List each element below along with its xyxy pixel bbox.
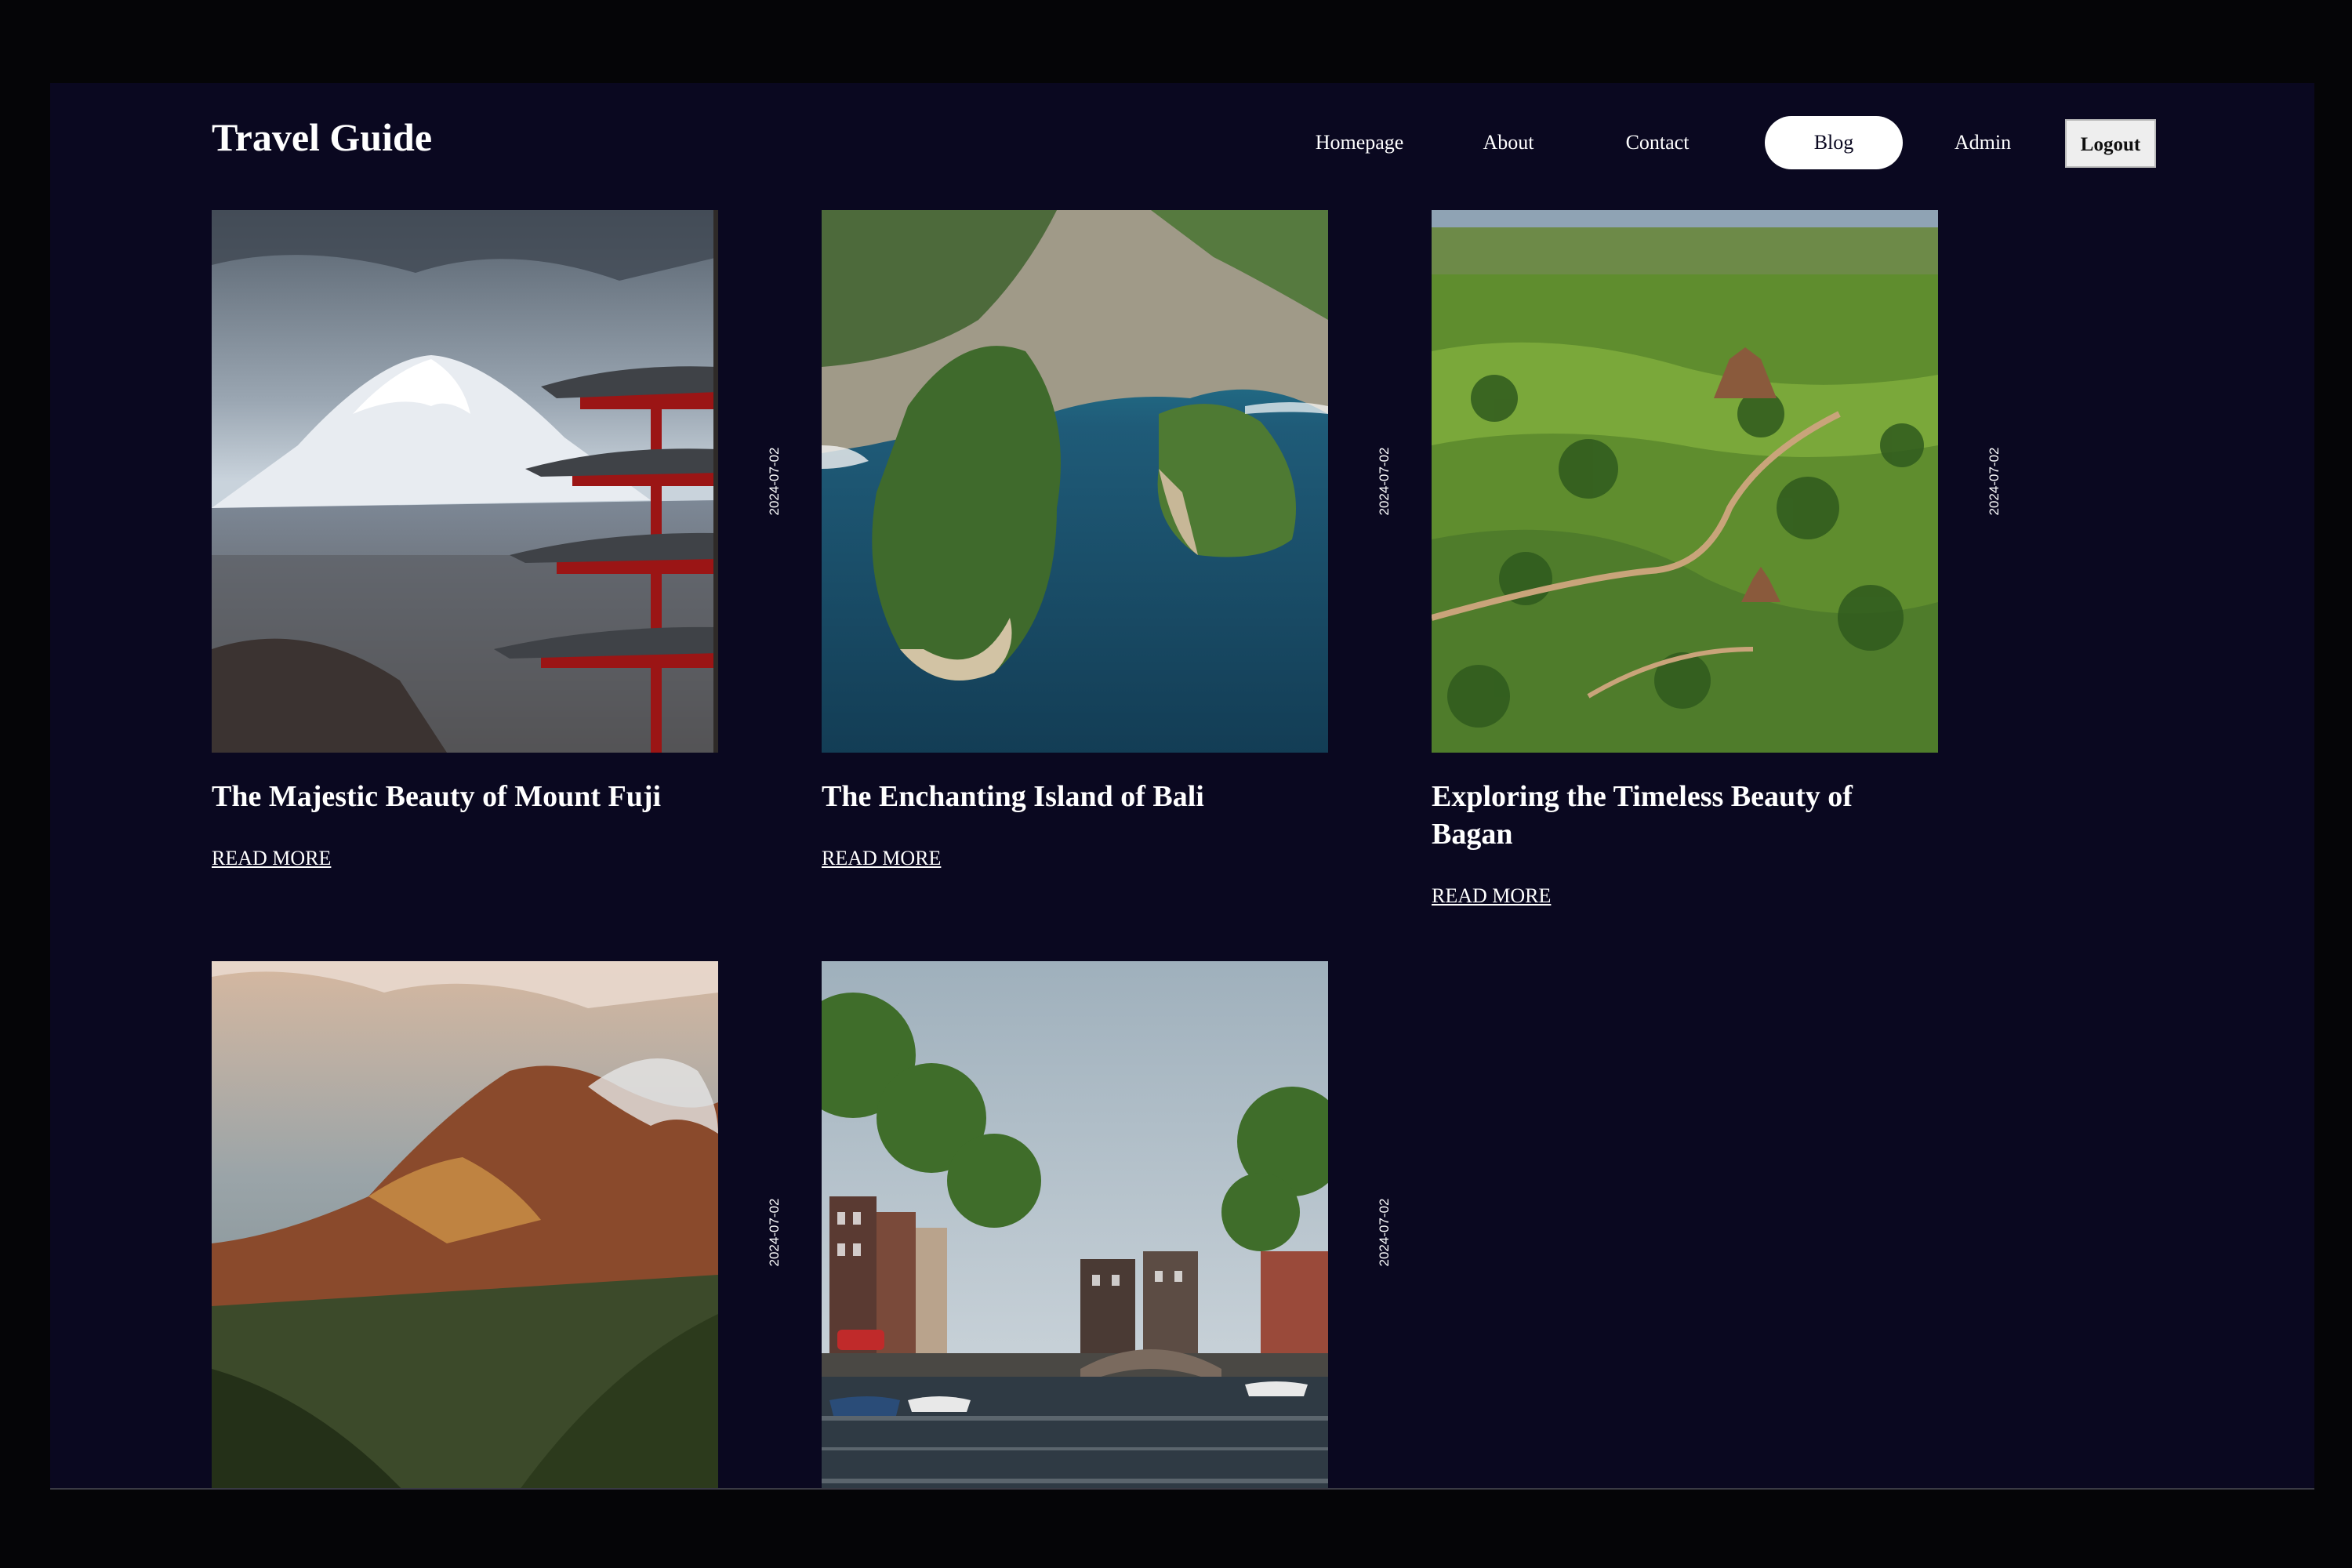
read-more-link[interactable]: READ MORE — [212, 847, 331, 870]
bali-sea-cliffs-photo[interactable] — [822, 210, 1328, 753]
post-date: 2024-07-02 — [767, 1198, 782, 1267]
post-date: 2024-07-02 — [1987, 447, 2002, 516]
nav-homepage[interactable]: Homepage — [1305, 116, 1414, 169]
post-date: 2024-07-02 — [1377, 447, 1392, 516]
post-title[interactable]: The Enchanting Island of Bali — [822, 778, 1328, 815]
frame-bottom-border — [50, 1488, 2314, 1490]
read-more-link[interactable]: READ MORE — [1432, 884, 1551, 908]
nav-admin[interactable]: Admin — [1932, 116, 2034, 169]
site-logo[interactable]: Travel Guide — [212, 118, 432, 157]
post-date: 2024-07-02 — [767, 447, 782, 516]
nav-blog[interactable]: Blog — [1765, 116, 1903, 169]
read-more-link[interactable]: READ MORE — [822, 847, 941, 870]
mount-fuji-pagoda-photo[interactable] — [212, 210, 718, 753]
mountain-valley-cliffs-photo[interactable] — [212, 961, 718, 1490]
post-title[interactable]: Exploring the Timeless Beauty of Bagan — [1432, 778, 1938, 853]
nav-contact[interactable]: Contact — [1602, 116, 1712, 169]
amsterdam-canal-photo[interactable] — [822, 961, 1328, 1490]
bagan-temples-aerial-photo[interactable] — [1432, 210, 1938, 753]
logout-button[interactable]: Logout — [2065, 119, 2156, 168]
post-title[interactable]: The Majestic Beauty of Mount Fuji — [212, 778, 718, 815]
main-nav: Homepage About Contact Blog Admin Logout — [1305, 116, 2206, 171]
app-frame: Travel Guide Homepage About Contact Blog… — [50, 83, 2314, 1490]
nav-about[interactable]: About — [1461, 116, 1555, 169]
post-date: 2024-07-02 — [1377, 1198, 1392, 1267]
